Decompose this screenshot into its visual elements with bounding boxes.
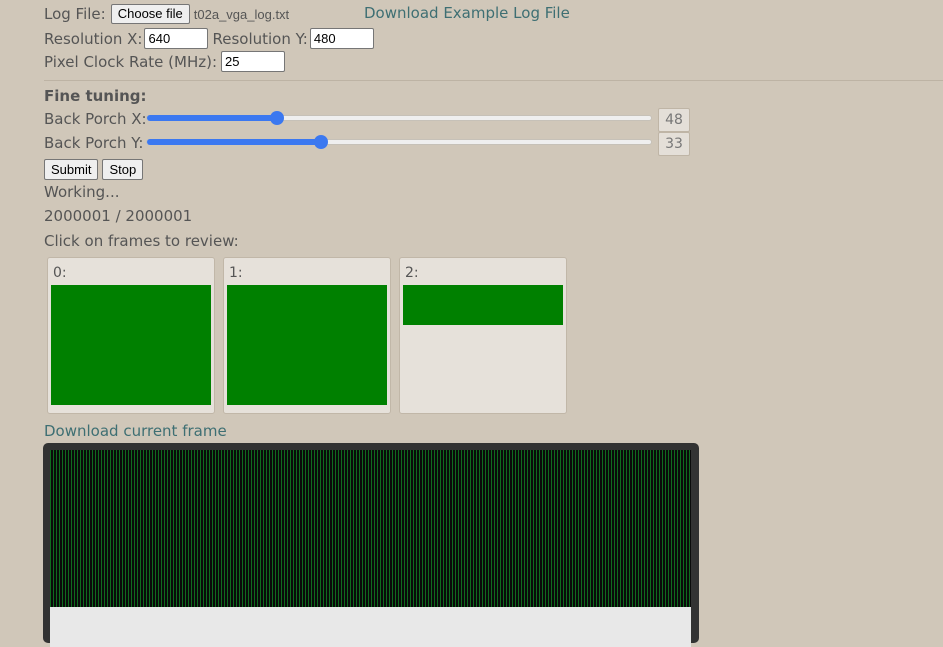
frames-prompt: Click on frames to review: bbox=[44, 232, 239, 250]
back-porch-x-slider[interactable] bbox=[146, 111, 652, 125]
pixel-clock-row: Pixel Clock Rate (MHz): bbox=[44, 51, 285, 72]
download-example-log-link[interactable]: Download Example Log File bbox=[364, 4, 570, 22]
back-porch-x-value: 48 bbox=[658, 108, 690, 132]
back-porch-x-slider-thumb[interactable] bbox=[270, 111, 284, 125]
choose-file-button[interactable]: Choose file bbox=[110, 4, 190, 24]
frame-label: 2: bbox=[405, 265, 419, 281]
resolution-y-input[interactable] bbox=[309, 28, 374, 49]
stop-button[interactable]: Stop bbox=[102, 159, 144, 180]
frame-label: 1: bbox=[229, 265, 243, 281]
resolution-x-input[interactable] bbox=[144, 28, 209, 49]
frame-thumbnail bbox=[403, 285, 563, 325]
monitor-preview bbox=[43, 443, 699, 647]
frame-canvas-blank-area bbox=[50, 607, 691, 647]
selected-file-name: t02a_vga_log.txt bbox=[193, 6, 290, 22]
submit-button[interactable]: Submit bbox=[44, 159, 99, 180]
divider bbox=[44, 80, 943, 81]
frame-thumbnail bbox=[227, 285, 387, 405]
pixel-clock-input[interactable] bbox=[221, 51, 285, 72]
download-current-frame-link[interactable]: Download current frame bbox=[44, 422, 227, 440]
frame-canvas bbox=[50, 450, 691, 607]
back-porch-y-value: 33 bbox=[658, 132, 690, 156]
frame-thumbnail bbox=[51, 285, 211, 405]
back-porch-y-slider[interactable] bbox=[146, 135, 652, 149]
back-porch-y-slider-fill bbox=[147, 139, 321, 145]
status-text: Working... bbox=[44, 183, 120, 201]
resolution-row: Resolution X: Resolution Y: bbox=[44, 28, 374, 49]
log-file-label: Log File: bbox=[44, 5, 106, 23]
pixel-clock-label: Pixel Clock Rate (MHz): bbox=[44, 52, 217, 71]
frame-card-0[interactable]: 0: bbox=[47, 257, 215, 414]
fine-tuning-heading: Fine tuning: bbox=[44, 87, 147, 105]
back-porch-y-label: Back Porch Y: bbox=[44, 134, 144, 152]
back-porch-x-slider-fill bbox=[147, 115, 277, 121]
back-porch-y-slider-thumb[interactable] bbox=[314, 135, 328, 149]
frame-label: 0: bbox=[53, 265, 67, 281]
log-file-row: Log File: Choose file t02a_vga_log.txt bbox=[44, 4, 289, 24]
action-buttons: Submit Stop bbox=[44, 159, 147, 180]
frame-card-2[interactable]: 2: bbox=[399, 257, 567, 414]
back-porch-x-label: Back Porch X: bbox=[44, 110, 147, 128]
progress-text: 2000001 / 2000001 bbox=[44, 207, 193, 225]
resolution-y-label: Resolution Y: bbox=[212, 29, 308, 48]
frame-card-1[interactable]: 1: bbox=[223, 257, 391, 414]
resolution-x-label: Resolution X: bbox=[44, 29, 143, 48]
